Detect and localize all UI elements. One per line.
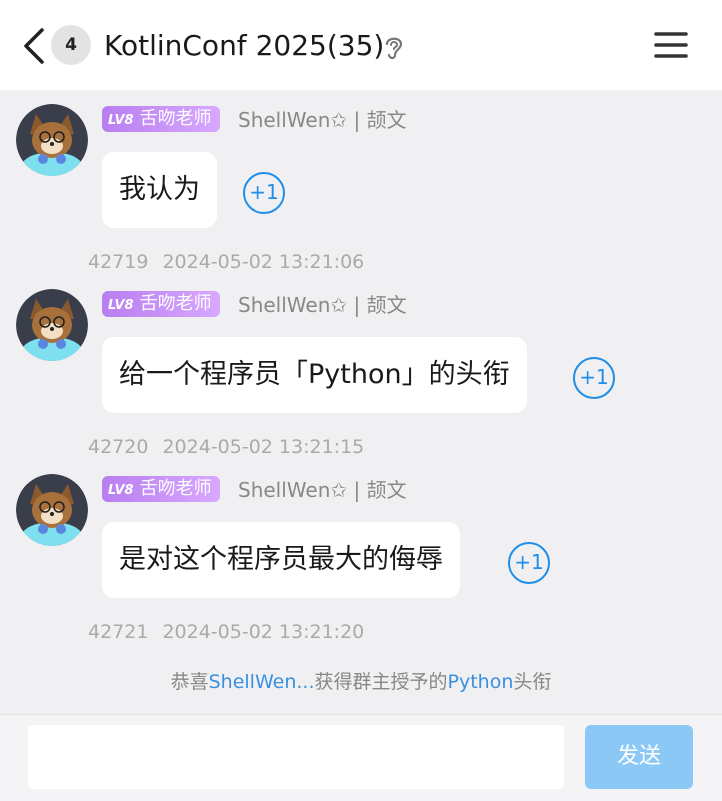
notice-suffix: 头衔	[513, 671, 552, 693]
system-notice: 恭喜ShellWen...获得群主授予的Python头衔	[0, 668, 722, 696]
level-label: LV8	[108, 113, 134, 128]
menu-icon[interactable]	[654, 30, 688, 60]
unread-count-badge[interactable]: 4	[51, 25, 91, 65]
notice-title-link[interactable]: Python	[448, 671, 514, 693]
member-title-badge: LV8 舌吻老师	[102, 106, 220, 132]
chat-header: 4 KotlinConf 2025(35)	[0, 0, 722, 90]
notice-middle: 获得群主授予的	[314, 671, 448, 693]
message-time: 2024-05-02 13:21:15	[162, 436, 365, 458]
plus-one-button[interactable]: +1	[243, 172, 285, 214]
title-badge-text: 舌吻老师	[139, 108, 212, 129]
sender-name[interactable]: ShellWen✩ | 颉文	[238, 476, 407, 504]
message-id: 42719	[88, 251, 149, 273]
message-row: LV8 舌吻老师 ShellWen✩ | 颉文 是对这个程序员最大的侮辱 +1 4…	[0, 460, 722, 643]
message-bubble[interactable]: 是对这个程序员最大的侮辱	[102, 522, 460, 598]
plus-one-button[interactable]: +1	[573, 357, 615, 399]
back-arrow-icon[interactable]	[18, 26, 50, 66]
plus-one-button[interactable]: +1	[508, 542, 550, 584]
send-button[interactable]: 发送	[585, 725, 693, 789]
title-badge-text: 舌吻老师	[139, 293, 212, 314]
level-label: LV8	[108, 483, 134, 498]
notice-prefix: 恭喜	[170, 671, 209, 693]
message-row: LV8 舌吻老师 ShellWen✩ | 颉文 给一个程序员「Python」的头衔…	[0, 275, 722, 458]
sender-name[interactable]: ShellWen✩ | 颉文	[238, 106, 407, 134]
member-title-badge: LV8 舌吻老师	[102, 476, 220, 502]
message-input[interactable]	[28, 725, 564, 789]
message-meta: 42720 2024-05-02 13:21:15	[88, 435, 364, 459]
level-label: LV8	[108, 298, 134, 313]
ear-icon[interactable]	[382, 33, 406, 61]
avatar[interactable]	[16, 474, 88, 546]
message-row: LV8 舌吻老师 ShellWen✩ | 颉文 我认为 +1 42719 2024-…	[0, 90, 722, 273]
message-id: 42721	[88, 621, 149, 643]
avatar[interactable]	[16, 104, 88, 176]
message-meta: 42721 2024-05-02 13:21:20	[88, 620, 364, 644]
message-time: 2024-05-02 13:21:20	[162, 621, 365, 643]
input-bar: 发送	[0, 714, 722, 801]
message-meta: 42719 2024-05-02 13:21:06	[88, 250, 364, 274]
notice-user-link[interactable]: ShellWen...	[209, 671, 315, 693]
title-badge-text: 舌吻老师	[139, 478, 212, 499]
message-id: 42720	[88, 436, 149, 458]
message-time: 2024-05-02 13:21:06	[162, 251, 365, 273]
avatar[interactable]	[16, 289, 88, 361]
member-title-badge: LV8 舌吻老师	[102, 291, 220, 317]
chat-title: KotlinConf 2025(35)	[104, 29, 385, 62]
sender-name[interactable]: ShellWen✩ | 颉文	[238, 291, 407, 319]
message-bubble[interactable]: 我认为	[102, 152, 217, 228]
message-bubble[interactable]: 给一个程序员「Python」的头衔	[102, 337, 527, 413]
